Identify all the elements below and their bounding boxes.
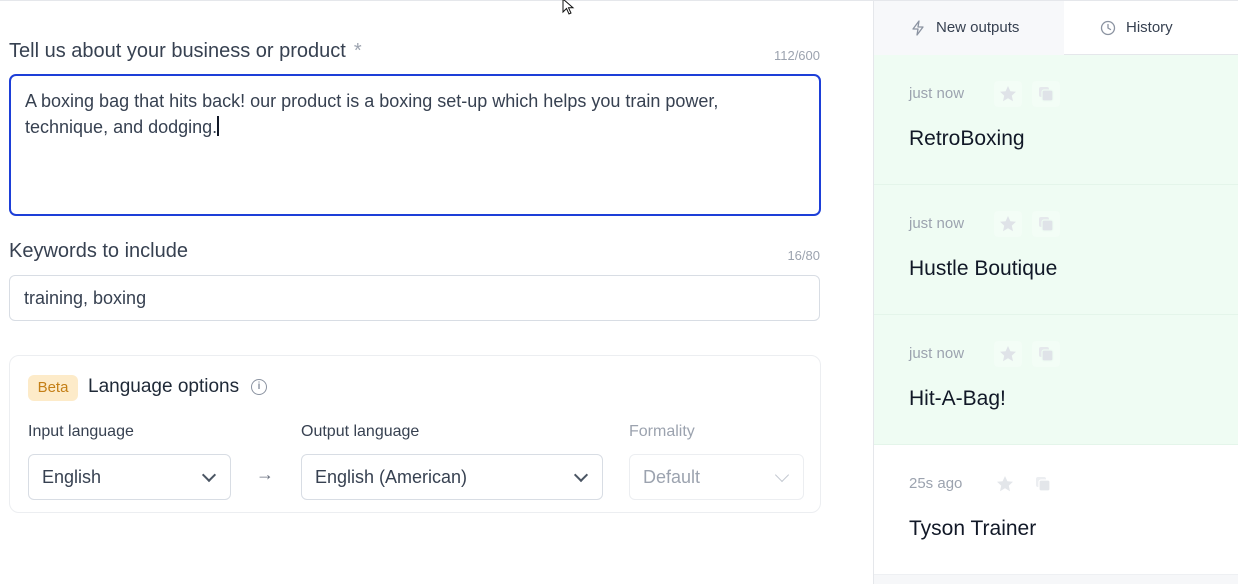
description-label: Tell us about your business or product *	[9, 40, 362, 63]
tab-history[interactable]: History	[1064, 1, 1238, 55]
text-caret	[217, 116, 220, 136]
next-output-edge	[874, 575, 1238, 584]
description-counter: 112/600	[773, 48, 820, 63]
sidebar-tabs: New outputs History	[874, 0, 1238, 55]
output-item[interactable]: just now Hit-A-Bag!	[874, 315, 1238, 445]
output-title: Tyson Trainer	[909, 517, 1037, 540]
output-item[interactable]: just now Hustle Boutique	[874, 185, 1238, 315]
copy-button[interactable]	[1029, 471, 1057, 497]
output-time: just now	[909, 345, 965, 362]
output-time: just now	[909, 85, 965, 102]
language-options-card: Beta Language options i Input language E…	[9, 355, 821, 513]
chevron-down-icon	[573, 467, 589, 483]
description-textarea[interactable]: A boxing bag that hits back! our product…	[9, 74, 821, 216]
output-item[interactable]: 25s ago Tyson Trainer	[874, 445, 1238, 575]
formality-select[interactable]: Default	[629, 454, 804, 500]
outputs-sidebar: New outputs History just now RetroBoxing…	[873, 0, 1238, 584]
favorite-button[interactable]	[991, 471, 1019, 497]
output-title: Hit-A-Bag!	[909, 387, 1006, 410]
copy-button[interactable]	[1032, 81, 1060, 107]
output-title: Hustle Boutique	[909, 257, 1058, 280]
mouse-cursor-icon	[562, 0, 575, 15]
chevron-down-icon	[201, 467, 217, 483]
language-options-title: Language options	[88, 376, 240, 397]
copy-icon	[1039, 217, 1054, 232]
output-language-select[interactable]: English (American)	[301, 454, 603, 500]
output-title: RetroBoxing	[909, 127, 1025, 150]
formality-label: Formality	[629, 423, 695, 440]
copy-icon	[1039, 347, 1054, 362]
star-icon	[1000, 86, 1016, 102]
clock-icon	[1100, 20, 1116, 36]
output-time: just now	[909, 215, 965, 232]
description-label-text: Tell us about your business or product	[9, 40, 346, 62]
info-icon[interactable]: i	[251, 379, 267, 395]
input-language-value: English	[42, 467, 102, 487]
output-language-label: Output language	[301, 423, 420, 440]
lightning-icon	[912, 20, 924, 36]
formality-value: Default	[643, 467, 701, 487]
tab-new-outputs-label: New outputs	[936, 19, 1020, 36]
copy-icon	[1039, 87, 1054, 102]
tab-history-label: History	[1126, 19, 1173, 36]
star-icon	[1000, 346, 1016, 362]
copy-button[interactable]	[1032, 211, 1060, 237]
copy-button[interactable]	[1032, 341, 1060, 367]
copy-icon	[1036, 477, 1051, 492]
keywords-label: Keywords to include	[9, 240, 188, 262]
description-text: A boxing bag that hits back! our product…	[25, 91, 719, 137]
main-form: Tell us about your business or product * …	[0, 0, 874, 584]
tab-new-outputs[interactable]: New outputs	[874, 1, 1064, 55]
output-language-value: English (American)	[315, 467, 468, 487]
output-item[interactable]: just now RetroBoxing	[874, 55, 1238, 185]
beta-badge: Beta	[28, 375, 78, 401]
favorite-button[interactable]	[994, 341, 1022, 367]
output-time: 25s ago	[909, 475, 963, 492]
arrow-right-icon: →	[256, 464, 274, 484]
favorite-button[interactable]	[994, 211, 1022, 237]
favorite-button[interactable]	[994, 81, 1022, 107]
chevron-down-icon	[774, 467, 790, 483]
input-language-select[interactable]: English	[28, 454, 231, 500]
keywords-input[interactable]: training, boxing	[9, 275, 820, 321]
star-icon	[1000, 216, 1016, 232]
input-language-label: Input language	[28, 423, 134, 440]
required-mark: *	[353, 40, 362, 62]
star-icon	[997, 476, 1013, 492]
keywords-counter: 16/80	[787, 248, 820, 263]
